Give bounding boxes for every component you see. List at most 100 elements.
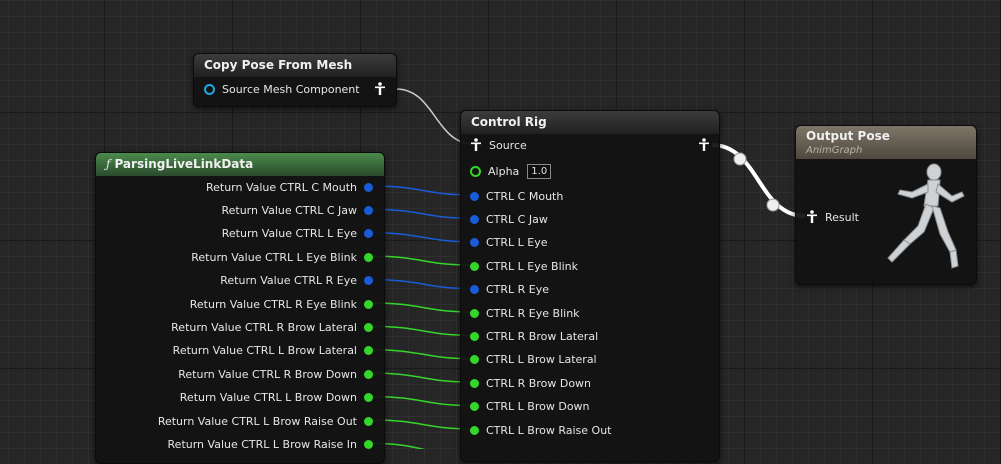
node-title: Output Pose AnimGraph (796, 126, 976, 159)
control-rig-node[interactable]: Control Rig Source Alpha 1.0 CTRL C Mout… (460, 110, 720, 462)
float-pin-icon[interactable] (470, 308, 479, 318)
pin-label: CTRL L Eye (486, 236, 548, 250)
pose-icon[interactable] (806, 210, 818, 224)
control-rig-input-pin[interactable]: CTRL R Eye (470, 282, 549, 298)
parsing-output-pin[interactable]: Return Value CTRL C Mouth (206, 179, 373, 195)
pin-label: Return Value CTRL R Brow Down (178, 367, 357, 381)
float-pin-icon[interactable] (470, 331, 479, 341)
control-rig-input-pin[interactable]: CTRL R Brow Down (470, 375, 591, 391)
pose-icon[interactable] (698, 138, 710, 152)
struct-pin-icon[interactable] (364, 182, 373, 192)
node-title: Control Rig (461, 111, 719, 134)
data-wire (371, 302, 475, 313)
parsing-output-pin[interactable]: Return Value CTRL L Brow Lateral (173, 343, 373, 359)
output-pose-node[interactable]: Output Pose AnimGraph Result (795, 125, 977, 285)
float-pin-icon[interactable] (470, 261, 479, 271)
parsing-output-pin[interactable]: Return Value CTRL R Brow Down (178, 366, 373, 382)
float-pin-icon[interactable] (364, 252, 373, 262)
struct-pin-icon[interactable] (364, 205, 373, 215)
pin-label: Return Value CTRL L Brow Lateral (172, 344, 357, 358)
float-pin-icon[interactable] (364, 393, 373, 403)
parsing-output-pin[interactable]: Return Value CTRL R Eye Blink (190, 296, 373, 312)
parsing-output-pin[interactable]: Return Value CTRL R Eye (220, 273, 373, 289)
pin-label: CTRL L Brow Raise Out (486, 423, 612, 437)
pin-label: Return Value CTRL R Brow Lateral (171, 320, 357, 334)
parsing-output-pin[interactable]: Return Value CTRL L Eye Blink (191, 249, 373, 265)
float-pin-icon[interactable] (364, 416, 373, 426)
node-subtitle: AnimGraph (806, 145, 863, 156)
pin-label: Return Value CTRL L Eye (221, 227, 357, 241)
float-pin-icon[interactable] (364, 322, 373, 332)
parsing-output-pin[interactable]: Return Value CTRL L Brow Down (180, 390, 373, 406)
float-pin-icon[interactable] (470, 165, 481, 177)
struct-pin-icon[interactable] (364, 229, 373, 239)
parsing-output-pin[interactable]: Return Value CTRL L Eye (222, 226, 373, 242)
float-pin-icon[interactable] (364, 346, 373, 356)
float-pin-icon[interactable] (364, 369, 373, 379)
reroute-knot[interactable] (766, 198, 780, 212)
pin-label: CTRL C Jaw (486, 212, 548, 226)
pin-label: Return Value CTRL R Eye Blink (189, 297, 357, 311)
struct-pin-icon[interactable] (470, 238, 479, 248)
reroute-knot[interactable] (733, 152, 747, 166)
struct-pin-icon[interactable] (470, 214, 479, 224)
parsing-output-pin[interactable]: Return Value CTRL R Brow Lateral (171, 319, 373, 335)
copy-pose-from-mesh-node[interactable]: Copy Pose From Mesh Source Mesh Componen… (193, 53, 397, 107)
data-wire (371, 255, 475, 266)
control-rig-input-pin[interactable]: CTRL R Eye Blink (470, 305, 580, 321)
control-rig-input-pin[interactable]: CTRL L Brow Lateral (470, 352, 597, 368)
parsing-output-pin[interactable]: Return Value CTRL C Jaw (221, 202, 373, 218)
pose-wire (711, 143, 806, 218)
control-rig-input-pin[interactable]: CTRL C Mouth (470, 188, 563, 204)
parsing-output-pin[interactable]: Return Value CTRL L Brow Raise In (168, 436, 373, 452)
float-pin-icon[interactable] (470, 425, 479, 435)
pin-label: Return Value CTRL R Eye (220, 274, 357, 288)
struct-pin-icon[interactable] (470, 285, 479, 295)
data-wire (371, 185, 475, 196)
pin-label: Return Value CTRL L Brow Down (179, 391, 357, 405)
float-pin-icon[interactable] (364, 299, 373, 309)
parsing-live-link-data-node[interactable]: ƒ ParsingLiveLinkData Return Value CTRL C… (95, 152, 385, 464)
data-wire (371, 325, 475, 337)
pin-label: Alpha (488, 164, 520, 178)
control-rig-input-pin[interactable]: CTRL L Eye (470, 235, 548, 251)
float-pin-icon[interactable] (470, 402, 479, 412)
control-rig-input-pin[interactable]: CTRL L Eye Blink (470, 258, 578, 274)
data-wire (371, 232, 475, 243)
running-mannequin-icon (887, 163, 965, 269)
alpha-pin[interactable]: Alpha 1.0 (470, 163, 552, 179)
pose-icon[interactable] (374, 82, 386, 96)
pin-label: CTRL L Brow Lateral (486, 353, 597, 367)
float-pin-icon[interactable] (364, 439, 373, 449)
struct-pin-icon[interactable] (470, 191, 479, 201)
alpha-value-field[interactable]: 1.0 (527, 163, 552, 179)
pin-label: CTRL R Eye (486, 283, 550, 297)
control-rig-input-pin[interactable]: CTRL L Brow Down (470, 399, 590, 415)
pin-label: Return Value CTRL C Mouth (205, 180, 357, 194)
data-wire (371, 442, 426, 449)
source-pin[interactable]: Source (470, 137, 527, 153)
pose-output-pin[interactable] (367, 81, 386, 97)
pose-output-pin[interactable] (691, 137, 710, 153)
object-pin-icon[interactable] (204, 83, 215, 95)
struct-pin-icon[interactable] (364, 276, 373, 286)
function-icon: ƒ (106, 157, 111, 171)
pin-label: CTRL R Brow Down (486, 376, 592, 390)
float-pin-icon[interactable] (470, 355, 479, 365)
data-wire (371, 208, 475, 220)
control-rig-input-pin[interactable]: CTRL R Brow Lateral (470, 328, 598, 344)
control-rig-input-pin[interactable]: CTRL C Jaw (470, 211, 548, 227)
float-pin-icon[interactable] (470, 378, 479, 388)
source-mesh-component-pin[interactable]: Source Mesh Component (204, 81, 360, 97)
pose-icon[interactable] (470, 138, 482, 152)
control-rig-input-pin[interactable]: CTRL L Brow Raise Out (470, 422, 611, 438)
pin-label: CTRL R Brow Lateral (486, 329, 599, 343)
pin-label: Source Mesh Component (222, 82, 360, 96)
data-wire (371, 278, 475, 290)
result-pin[interactable]: Result (806, 209, 859, 225)
pin-label: CTRL L Brow Down (486, 400, 590, 414)
pin-label: Return Value CTRL C Jaw (221, 203, 357, 217)
pin-label: Return Value CTRL L Eye Blink (191, 250, 357, 264)
parsing-output-pin[interactable]: Return Value CTRL L Brow Raise Out (158, 413, 373, 429)
pin-label: CTRL R Eye Blink (486, 306, 580, 320)
